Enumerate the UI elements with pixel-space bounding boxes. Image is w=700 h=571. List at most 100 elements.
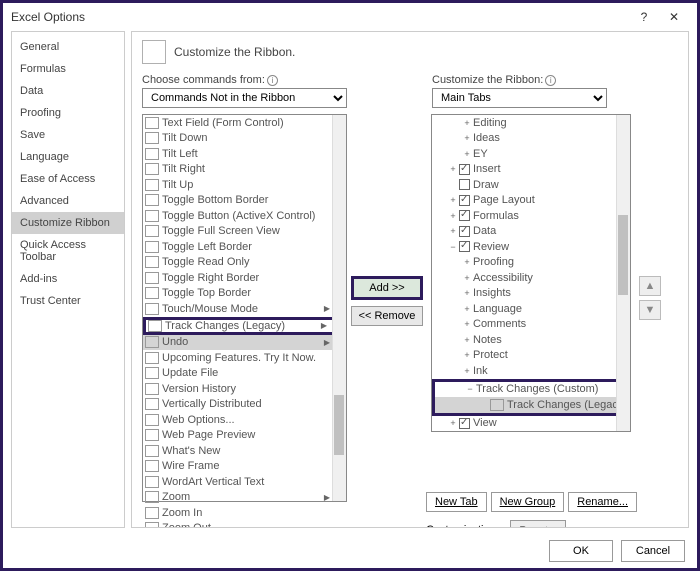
- list-item[interactable]: Wire Frame: [143, 459, 346, 475]
- list-item[interactable]: Touch/Mouse Mode▶: [143, 301, 346, 317]
- list-item[interactable]: Vertically Distributed: [143, 397, 346, 413]
- move-down-button[interactable]: ▼: [639, 300, 661, 320]
- list-item[interactable]: Toggle Bottom Border: [143, 193, 346, 209]
- checkbox[interactable]: [459, 195, 470, 206]
- new-tab-button[interactable]: New Tab: [426, 492, 487, 512]
- list-item[interactable]: Web Page Preview: [143, 428, 346, 444]
- expand-icon[interactable]: +: [462, 366, 472, 376]
- list-item[interactable]: Zoom In: [143, 505, 346, 521]
- tree-item[interactable]: +Insights: [432, 286, 630, 302]
- expand-icon[interactable]: +: [448, 418, 458, 428]
- expand-icon[interactable]: +: [462, 257, 472, 267]
- list-item[interactable]: Track Changes (Legacy)▶: [143, 317, 346, 335]
- checkbox[interactable]: [459, 164, 470, 175]
- expand-icon[interactable]: −: [465, 384, 475, 394]
- expand-icon[interactable]: +: [448, 226, 458, 236]
- tree-item[interactable]: +Editing: [432, 115, 630, 131]
- ribbon-tree[interactable]: +Editing+Ideas+EY+InsertDraw+Page Layout…: [431, 114, 631, 432]
- tree-item[interactable]: +Protect: [432, 348, 630, 364]
- customize-ribbon-dropdown[interactable]: Main Tabs: [432, 88, 607, 108]
- list-item[interactable]: Toggle Read Only: [143, 255, 346, 271]
- expand-icon[interactable]: +: [462, 350, 472, 360]
- sidebar-item[interactable]: Save: [12, 124, 124, 146]
- checkbox[interactable]: [459, 179, 470, 190]
- list-item[interactable]: Toggle Full Screen View: [143, 224, 346, 240]
- reset-button[interactable]: Reset ▾: [510, 520, 565, 528]
- tree-item[interactable]: +Page Layout: [432, 193, 630, 209]
- tree-item[interactable]: +View: [432, 416, 630, 432]
- list-item[interactable]: Toggle Button (ActiveX Control): [143, 208, 346, 224]
- tree-item[interactable]: −Track Changes (Custom): [435, 382, 627, 398]
- sidebar-item[interactable]: Advanced: [12, 190, 124, 212]
- tree-item[interactable]: +EY: [432, 146, 630, 162]
- list-item[interactable]: Web Options...: [143, 412, 346, 428]
- remove-button[interactable]: << Remove: [351, 306, 423, 326]
- expand-icon[interactable]: +: [448, 211, 458, 221]
- sidebar-item[interactable]: Add-ins: [12, 268, 124, 290]
- tree-item[interactable]: +Accessibility: [432, 270, 630, 286]
- expand-icon[interactable]: +: [462, 149, 472, 159]
- expand-icon[interactable]: +: [462, 319, 472, 329]
- list-item[interactable]: Update File: [143, 366, 346, 382]
- help-button[interactable]: ?: [629, 10, 659, 24]
- tree-item[interactable]: +Data: [432, 224, 630, 240]
- info-icon[interactable]: i: [267, 75, 278, 86]
- list-item[interactable]: Tilt Down: [143, 131, 346, 147]
- checkbox[interactable]: [459, 241, 470, 252]
- expand-icon[interactable]: +: [462, 133, 472, 143]
- scrollbar[interactable]: [616, 115, 630, 431]
- sidebar-item[interactable]: Data: [12, 80, 124, 102]
- rename-button[interactable]: Rename...: [568, 492, 637, 512]
- tree-item[interactable]: +Formulas: [432, 208, 630, 224]
- sidebar-item[interactable]: Customize Ribbon: [12, 212, 124, 234]
- sidebar-item[interactable]: Trust Center: [12, 290, 124, 312]
- expand-icon[interactable]: +: [462, 335, 472, 345]
- list-item[interactable]: Toggle Top Border: [143, 286, 346, 302]
- new-group-button[interactable]: New Group: [491, 492, 565, 512]
- expand-icon[interactable]: +: [462, 288, 472, 298]
- list-item[interactable]: Tilt Up: [143, 177, 346, 193]
- tree-item[interactable]: Draw: [432, 177, 630, 193]
- choose-commands-dropdown[interactable]: Commands Not in the Ribbon: [142, 88, 347, 108]
- sidebar-item[interactable]: Ease of Access: [12, 168, 124, 190]
- sidebar-item[interactable]: General: [12, 36, 124, 58]
- tree-item[interactable]: +Language: [432, 301, 630, 317]
- list-item[interactable]: Undo▶: [143, 335, 346, 351]
- sidebar-item[interactable]: Quick Access Toolbar: [12, 234, 124, 268]
- sidebar-item[interactable]: Formulas: [12, 58, 124, 80]
- list-item[interactable]: Toggle Right Border: [143, 270, 346, 286]
- list-item[interactable]: Tilt Left: [143, 146, 346, 162]
- scrollbar[interactable]: [332, 115, 346, 501]
- expand-icon[interactable]: +: [462, 118, 472, 128]
- tree-item[interactable]: +Proofing: [432, 255, 630, 271]
- list-item[interactable]: Version History: [143, 381, 346, 397]
- checkbox[interactable]: [459, 418, 470, 429]
- expand-icon[interactable]: +: [448, 195, 458, 205]
- add-button[interactable]: Add >>: [351, 276, 423, 300]
- list-item[interactable]: Zoom Out: [143, 521, 346, 529]
- tree-item[interactable]: +Comments: [432, 317, 630, 333]
- list-item[interactable]: What's New: [143, 443, 346, 459]
- commands-listbox[interactable]: Text Field (Form Control)Tilt DownTilt L…: [142, 114, 347, 502]
- expand-icon[interactable]: +: [448, 164, 458, 174]
- ok-button[interactable]: OK: [549, 540, 613, 562]
- list-item[interactable]: Zoom▶: [143, 490, 346, 506]
- sidebar-item[interactable]: Proofing: [12, 102, 124, 124]
- tree-item[interactable]: +Ink: [432, 363, 630, 379]
- move-up-button[interactable]: ▲: [639, 276, 661, 296]
- sidebar-item[interactable]: Language: [12, 146, 124, 168]
- cancel-button[interactable]: Cancel: [621, 540, 685, 562]
- tree-item[interactable]: −Review: [432, 239, 630, 255]
- expand-icon[interactable]: +: [462, 273, 472, 283]
- expand-icon[interactable]: −: [448, 242, 458, 252]
- tree-item[interactable]: +Insert: [432, 162, 630, 178]
- info-icon[interactable]: i: [545, 75, 556, 86]
- expand-icon[interactable]: +: [462, 304, 472, 314]
- checkbox[interactable]: [459, 226, 470, 237]
- list-item[interactable]: WordArt Vertical Text: [143, 474, 346, 490]
- tree-item[interactable]: +Ideas: [432, 131, 630, 147]
- checkbox[interactable]: [459, 210, 470, 221]
- tree-item[interactable]: Track Changes (Legacy)▶: [435, 397, 627, 413]
- list-item[interactable]: Toggle Left Border: [143, 239, 346, 255]
- list-item[interactable]: Upcoming Features. Try It Now.: [143, 350, 346, 366]
